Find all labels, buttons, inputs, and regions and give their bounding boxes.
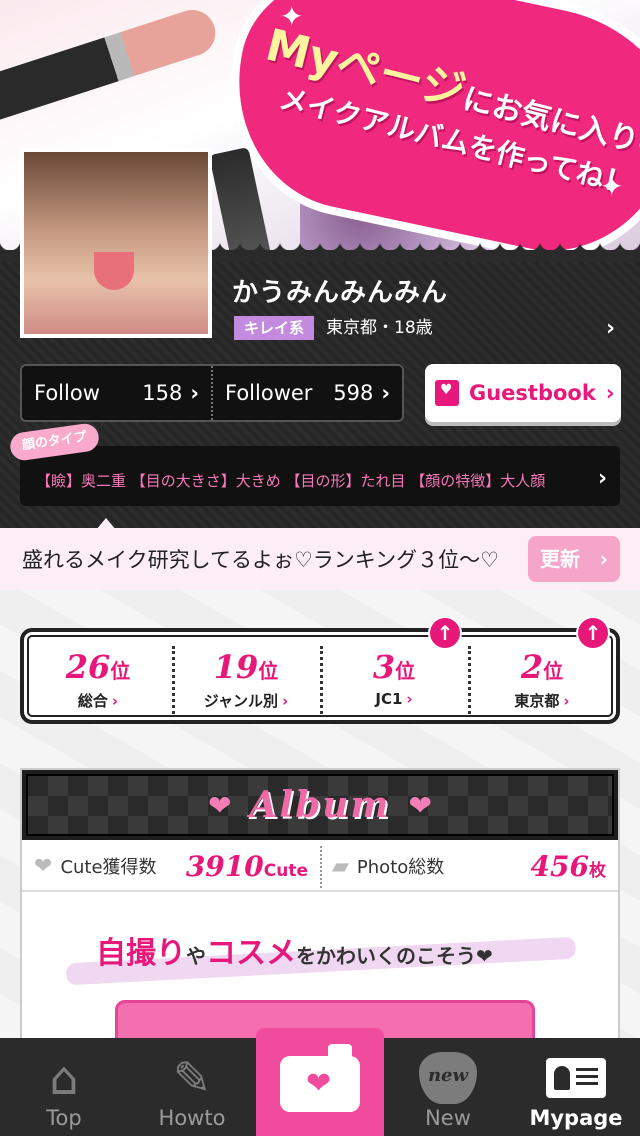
tab-label: Howto <box>158 1106 226 1130</box>
rank-label: ジャンル別 › <box>203 692 289 710</box>
follow-label: Follow <box>34 381 100 405</box>
rank-tokyo[interactable]: ↑ 2位 東京都 › <box>468 618 616 720</box>
chevron-right-icon: › <box>381 381 390 405</box>
rank-up-icon: ↑ <box>430 618 460 648</box>
avatar[interactable] <box>20 148 212 338</box>
rank-jc1[interactable]: ↑ 3位 JC1 › <box>320 618 468 720</box>
heart-icon: ❤ <box>408 788 432 822</box>
rank-label: 総合 › <box>77 692 119 710</box>
chevron-right-icon: › <box>190 381 199 405</box>
follow-stats: Follow 158 › Follower 598 › <box>20 364 404 422</box>
rank-label: JC1 › <box>375 690 413 708</box>
facetype-text: 【瞼】奥二重 【目の大きさ】大きめ 【目の形】たれ目 【顔の特徴】大人顔 <box>36 472 546 490</box>
cute-label: Cute獲得数 <box>60 857 157 878</box>
album-stats: ❤ Cute獲得数 3910Cute ▰ Photo総数 456枚 <box>22 842 618 892</box>
chevron-right-icon: › <box>599 547 608 571</box>
chevron-right-icon: › <box>282 692 289 710</box>
follower-button[interactable]: Follower 598 › <box>211 366 402 420</box>
facetype-chevron-icon[interactable]: › <box>598 466 607 491</box>
follow-button[interactable]: Follow 158 › <box>22 366 211 420</box>
rank-number: 3位 <box>372 648 416 686</box>
tab-mypage[interactable]: Mypage <box>512 1038 640 1136</box>
rank-number: 26位 <box>65 648 131 686</box>
album-slogan: 自撮りやコスメをかわいくのこそう❤ <box>96 936 493 971</box>
avatar-photo <box>24 152 208 334</box>
camera-button[interactable]: ❤ <box>256 1028 384 1136</box>
tab-howto[interactable]: ✎ Howto <box>128 1038 256 1136</box>
guestbook-button[interactable]: Guestbook › <box>425 364 621 422</box>
profile-comment: 盛れるメイク研究してるよぉ♡ランキング３位〜♡ <box>22 548 499 572</box>
cute-value: 3910Cute <box>185 849 308 883</box>
chevron-right-icon: › <box>563 692 570 710</box>
photo-stat: ▰ Photo総数 456枚 <box>320 842 618 890</box>
tab-label: Mypage <box>529 1106 623 1130</box>
guestbook-label: Guestbook <box>469 381 596 405</box>
guestbook-icon <box>435 380 459 406</box>
tab-label: New <box>425 1106 471 1130</box>
chevron-right-icon: › <box>406 690 413 708</box>
feather-icon: ✎ <box>172 1051 212 1105</box>
sparkle-icon: ✦ <box>600 170 624 203</box>
username: かうみんみんみん <box>232 278 449 308</box>
new-heart-icon: new <box>419 1052 477 1104</box>
album-header: ❤ Album ❤ <box>22 770 618 840</box>
follow-count: 158 <box>142 381 183 405</box>
camera-heart-icon: ❤ <box>280 1044 360 1112</box>
profile-chevron-icon[interactable]: › <box>606 316 615 341</box>
location-age: 東京都・18歳 <box>326 318 433 338</box>
update-button[interactable]: 更新 › <box>528 536 620 582</box>
rank-genre[interactable]: 19位 ジャンル別 › <box>172 632 320 720</box>
heart-icon: ❤ <box>306 1066 332 1101</box>
style-tag: キレイ系 <box>234 316 315 340</box>
rank-number: 19位 <box>213 648 279 686</box>
heart-outline-icon: ❤ <box>34 853 53 879</box>
rank-label: 東京都 › <box>514 692 570 710</box>
cute-stat: ❤ Cute獲得数 3910Cute <box>22 842 320 890</box>
album-title: Album <box>249 784 391 826</box>
photo-label: Photo総数 <box>356 857 445 878</box>
rank-overall[interactable]: 26位 総合 › <box>24 632 172 720</box>
chevron-right-icon: › <box>111 692 119 710</box>
tab-new[interactable]: new New <box>384 1038 512 1136</box>
ranking-panel: 26位 総合 › 19位 ジャンル別 › ↑ 3位 JC1 › ↑ 2位 東京都 › <box>20 618 620 724</box>
update-label: 更新 <box>540 547 580 571</box>
sparkle-icon: ✦ <box>280 0 304 33</box>
follower-count: 598 <box>333 381 374 405</box>
tab-top[interactable]: ⌂ Top <box>0 1038 128 1136</box>
tab-label: Top <box>46 1106 82 1130</box>
photo-value: 456枚 <box>530 849 606 883</box>
follower-label: Follower <box>225 381 313 405</box>
profile-card-icon <box>546 1058 606 1098</box>
house-heart-icon: ⌂ <box>49 1051 79 1105</box>
heart-icon: ❤ <box>208 788 232 822</box>
photos-icon: ▰ <box>332 853 349 879</box>
chevron-right-icon: › <box>605 381 615 405</box>
rank-up-icon: ↑ <box>578 618 608 648</box>
rank-number: 2位 <box>520 648 564 686</box>
makeup-brush-image <box>0 4 222 122</box>
